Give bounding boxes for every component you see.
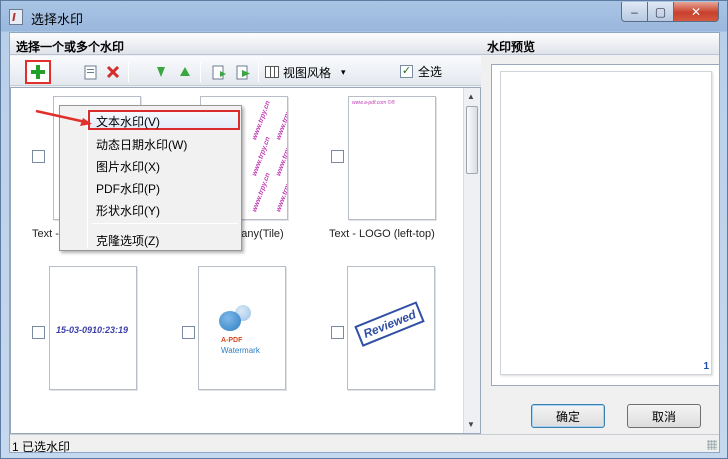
select-all-check[interactable]: ✓ [400,65,413,78]
stamp-watermark: Reviewed [354,301,426,347]
tile-watermark-text: www.trpy.cn [251,99,272,142]
title-bar[interactable]: 选择水印 – ▢ ✕ [1,1,727,32]
logo-text: A-PDF [221,337,243,344]
close-button[interactable]: ✕ [673,2,719,22]
watermark-logo-icon [219,311,241,331]
status-bar: 1 已选水印 [10,434,719,454]
tile-watermark-text: www.trpy.cn [251,171,272,214]
tile-label: Text - LOGO (left-top) [329,228,435,240]
pdf-app-icon [9,9,23,25]
toolbar: 视图风格 ▾ ✓ 全选 [10,56,481,86]
minimize-button[interactable]: – [621,2,648,22]
menu-separator [92,223,238,224]
window-title: 选择水印 [31,12,84,27]
watermark-list-heading: 选择一个或多个水印 [10,33,481,55]
watermark-thumbnail[interactable]: A-PDF Watermark [198,266,286,390]
tile-checkbox[interactable] [32,326,45,339]
delete-icon[interactable] [102,61,124,83]
dialog-window: 选择水印 – ▢ ✕ 选择一个或多个水印 水印预览 视图风格 ▾ ✓ 全选 Te… [0,0,728,459]
list-scrollbar[interactable]: ▲ ▼ [463,88,480,433]
menu-item-date-watermark[interactable]: 动态日期水印(W) [90,133,240,153]
grid-view-icon [265,66,279,78]
toolbar-separator [258,62,259,82]
ok-button[interactable]: 确定 [531,404,605,428]
export-icon[interactable] [232,61,254,83]
watermark-thumbnail[interactable]: Reviewed [347,266,435,390]
tile-checkbox[interactable] [331,150,344,163]
import-icon[interactable] [208,61,230,83]
edit-icon[interactable] [80,61,102,83]
select-all-label: 全选 [418,65,443,79]
toolbar-separator [200,62,201,82]
view-style-label: 视图风格 [283,65,332,80]
preview-heading: 水印预览 [481,33,719,55]
preview-page-number: 1 [703,361,709,372]
red-arrow-annotation [35,109,92,126]
add-watermark-button[interactable] [25,60,51,84]
tile-checkbox[interactable] [182,326,195,339]
scroll-up-icon[interactable]: ▲ [467,92,475,101]
dialog-client: 选择一个或多个水印 水印预览 视图风格 ▾ ✓ 全选 Text - www.tr… [9,32,720,454]
chevron-down-icon: ▾ [341,66,346,77]
tile-checkbox[interactable] [331,326,344,339]
scroll-thumb[interactable] [466,106,478,174]
tile-watermark-text: www.trpy.cn [275,171,288,214]
move-down-icon[interactable] [150,61,172,83]
tile-watermark-text: www.trpy.cn [275,135,288,178]
menu-item-shape-watermark[interactable]: 形状水印(Y) [90,199,240,219]
tile-checkbox[interactable] [32,150,45,163]
logo-text: Watermark [221,346,260,355]
menu-item-clone-options[interactable]: 克隆选项(Z) [90,229,240,249]
menu-item-text-watermark[interactable]: 文本水印(V) [88,110,240,130]
date-watermark-text: 15-03-0910:23:19 [56,325,129,335]
menu-item-image-watermark[interactable]: 图片水印(X) [90,155,240,175]
cancel-button[interactable]: 取消 [627,404,701,428]
preview-page: 1 [500,71,712,375]
corner-watermark-text: www.a-pdf.com ©® [352,100,395,106]
maximize-button[interactable]: ▢ [647,2,674,22]
select-all-checkbox[interactable]: ✓ 全选 [400,63,442,80]
preview-pane: 1 [491,64,720,386]
move-up-icon[interactable] [174,61,196,83]
tile-watermark-text: www.trpy.cn [275,99,288,142]
plus-icon [31,65,45,79]
toolbar-separator [128,62,129,82]
watermark-thumbnail[interactable]: www.a-pdf.com ©® [348,96,436,220]
view-style-dropdown[interactable]: 视图风格 ▾ [265,63,346,81]
tile-watermark-text: www.trpy.cn [251,135,272,178]
menu-item-pdf-watermark[interactable]: PDF水印(P) [90,177,240,197]
scroll-down-icon[interactable]: ▼ [467,420,475,429]
watermark-thumbnail[interactable]: 15-03-0910:23:19 [49,266,137,390]
resize-grip[interactable] [707,440,717,450]
selected-count: 1 已选水印 [12,440,71,454]
